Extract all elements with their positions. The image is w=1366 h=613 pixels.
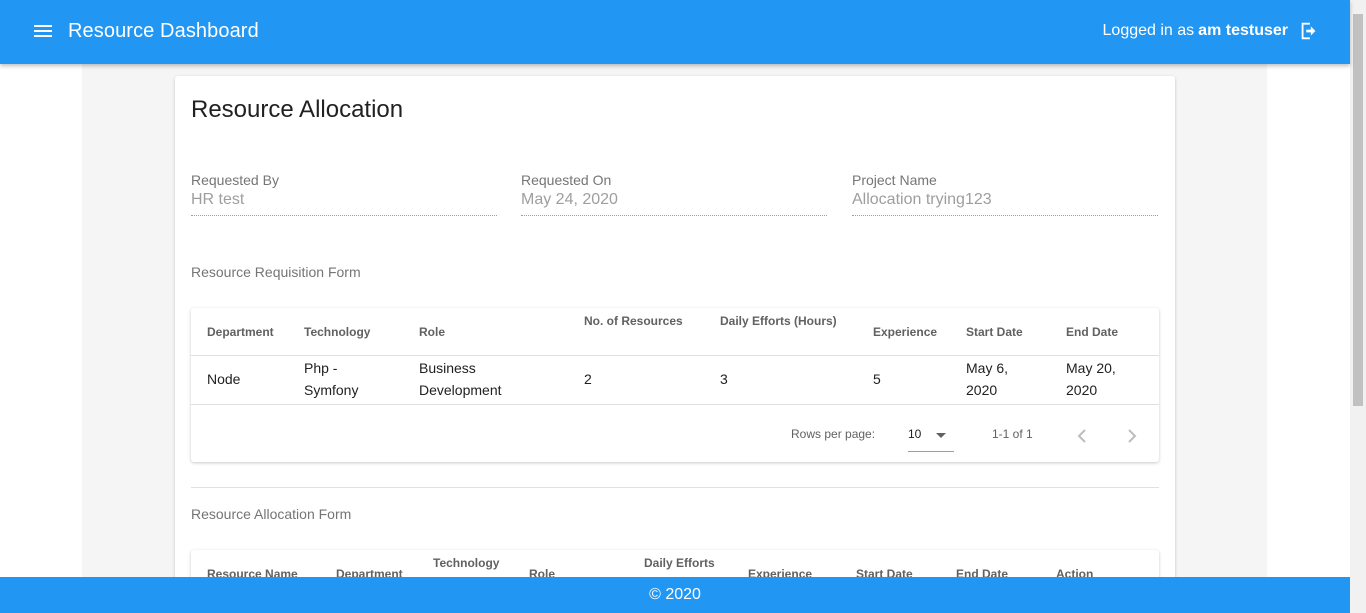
logout-icon[interactable] — [1298, 20, 1320, 42]
footer: © 2020 — [0, 577, 1350, 613]
chevron-left-icon[interactable] — [1070, 424, 1094, 448]
cell-start-date: May 6, 2020 — [966, 360, 1009, 398]
pagination-range: 1-1 of 1 — [992, 427, 1033, 441]
section-divider — [191, 487, 1159, 488]
allocation-section-label: Resource Allocation Form — [191, 506, 352, 522]
column-header[interactable]: Daily Efforts — [644, 555, 715, 571]
requested-by-label: Requested By — [191, 172, 279, 188]
cell-technology: Php - Symfony — [304, 360, 359, 398]
requested-on-value: May 24, 2020 — [521, 191, 618, 208]
rows-per-page-value: 10 — [908, 427, 922, 441]
row-divider — [191, 404, 1159, 405]
column-header[interactable]: Daily Efforts (Hours) — [720, 313, 837, 329]
dropdown-caret-icon — [936, 433, 946, 438]
resource-allocation-card: Resource Allocation Requested By HR test… — [175, 76, 1175, 613]
project-name-value: Allocation trying123 — [852, 191, 992, 208]
logged-in-label: Logged in as — [1102, 22, 1195, 39]
project-name-field: Project Name Allocation trying123 — [852, 172, 1158, 216]
rows-per-page-select[interactable]: 10 — [908, 424, 954, 452]
cell-role: Business Development — [419, 360, 502, 398]
requested-by-field: Requested By HR test — [191, 172, 497, 216]
column-header[interactable]: Start Date — [966, 324, 1023, 340]
page-title: Resource Allocation — [191, 96, 404, 123]
menu-icon[interactable] — [32, 22, 54, 42]
requisition-table: Department Technology Role No. of Resour… — [191, 308, 1159, 462]
cell-experience: 5 — [873, 371, 881, 387]
cell-department: Node — [207, 371, 241, 387]
header-divider — [191, 355, 1159, 356]
requested-on-field: Requested On May 24, 2020 — [521, 172, 827, 216]
cell-end-date: May 20, 2020 — [1066, 360, 1116, 398]
column-header[interactable]: Department — [207, 324, 274, 340]
column-header[interactable]: Role — [419, 324, 445, 340]
requested-by-value: HR test — [191, 191, 245, 208]
requisition-section-label: Resource Requisition Form — [191, 264, 361, 280]
username: am testuser — [1198, 22, 1288, 39]
page-scrollbar[interactable] — [1350, 0, 1366, 613]
app-bar: Resource Dashboard Logged in as am testu… — [0, 0, 1350, 64]
app-title: Resource Dashboard — [68, 20, 259, 42]
column-header[interactable]: No. of Resources — [584, 313, 683, 329]
requested-on-label: Requested On — [521, 172, 612, 188]
user-info: Logged in as am testuser — [1103, 20, 1320, 42]
column-header[interactable]: End Date — [1066, 324, 1118, 340]
column-header[interactable]: Technology — [433, 555, 499, 571]
cell-resources: 2 — [584, 371, 592, 387]
chevron-right-icon[interactable] — [1120, 424, 1144, 448]
copyright-text: © 2020 — [649, 586, 701, 603]
cell-efforts: 3 — [720, 371, 728, 387]
project-name-label: Project Name — [852, 172, 937, 188]
scrollbar-thumb[interactable] — [1353, 14, 1363, 406]
column-header[interactable]: Technology — [304, 324, 370, 340]
rows-per-page-label: Rows per page: — [791, 427, 876, 441]
column-header[interactable]: Experience — [873, 324, 937, 340]
